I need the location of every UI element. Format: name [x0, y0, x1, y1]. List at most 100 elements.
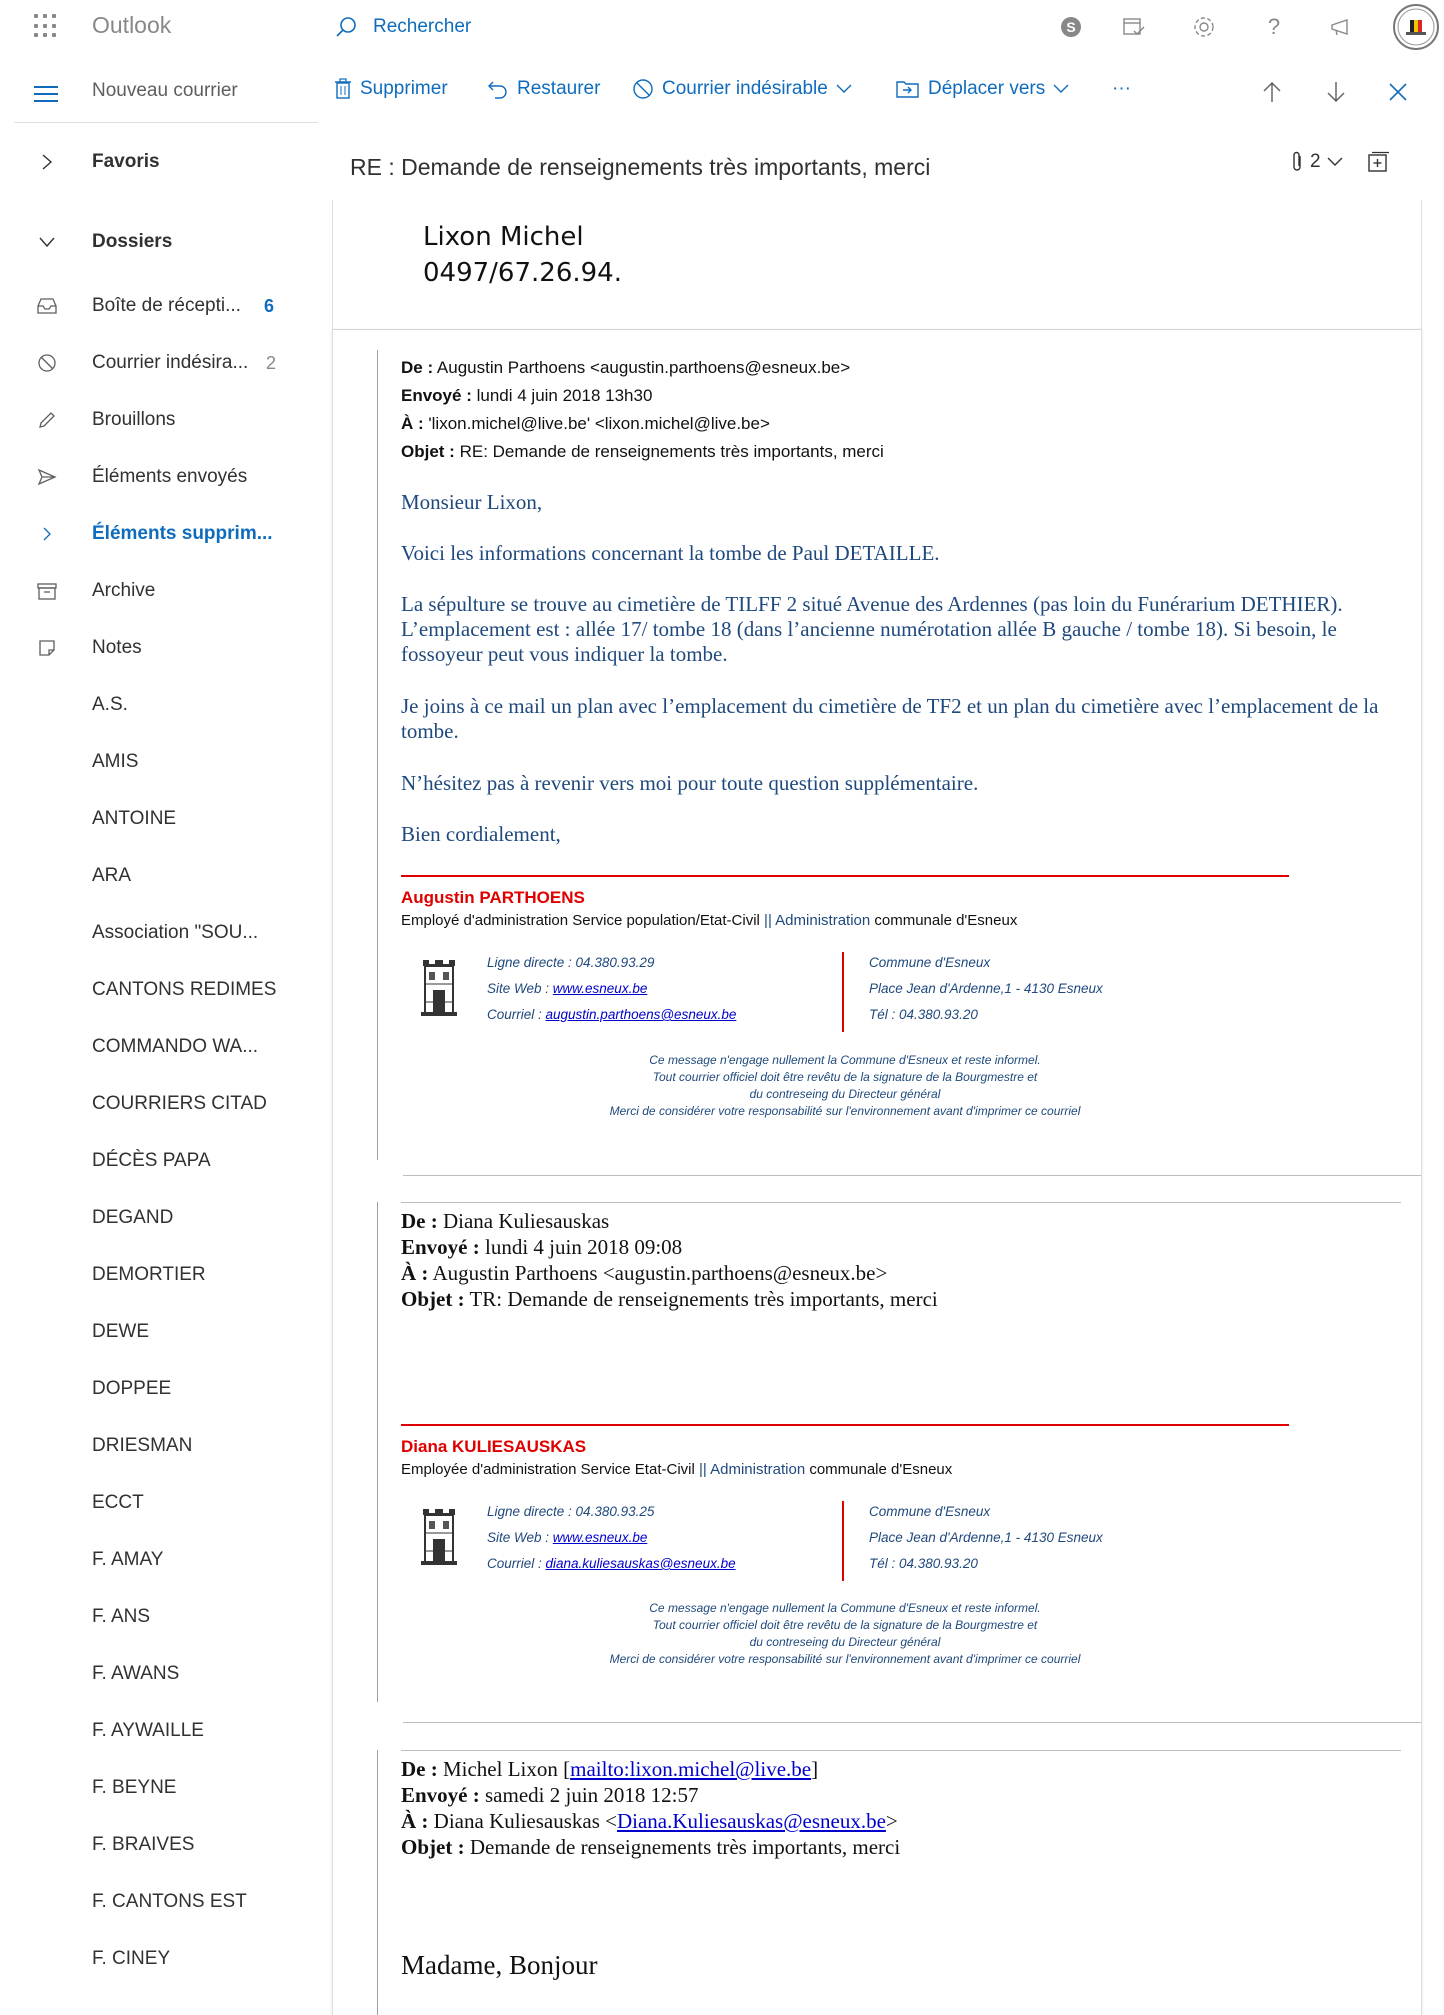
sidebar-item-label: DEMORTIER: [92, 1264, 206, 1285]
sidebar-item-folder[interactable]: CANTONS REDIMES: [0, 970, 320, 1010]
skype-icon[interactable]: S: [1057, 13, 1085, 41]
sidebar-item-label: F. BRAIVES: [92, 1834, 195, 1855]
quote-separator: [401, 1202, 1401, 1203]
app-title[interactable]: Outlook: [92, 12, 171, 39]
attachments-count: 2: [1310, 151, 1321, 172]
recipient-email-link[interactable]: Diana.Kuliesauskas@esneux.be: [617, 1809, 886, 1833]
sidebar-item-folder[interactable]: ARA: [0, 856, 320, 896]
chevron-right-icon: [36, 523, 58, 545]
help-icon[interactable]: ?: [1260, 13, 1288, 41]
sidebar-item-folder[interactable]: F. BRAIVES: [0, 1825, 320, 1865]
hamburger-menu-icon[interactable]: [34, 86, 58, 107]
sidebar-item-folder[interactable]: F. CINEY: [0, 1939, 320, 1979]
sidebar-item-folder[interactable]: DEGAND: [0, 1198, 320, 1238]
app-launcher-icon[interactable]: [34, 14, 58, 38]
sidebar-item-folder[interactable]: AMIS: [0, 742, 320, 782]
settings-gear-icon[interactable]: [1190, 13, 1218, 41]
previous-message-arrow-up-icon[interactable]: [1258, 78, 1286, 106]
chevron-down-icon: [1327, 157, 1343, 166]
calendar-check-icon[interactable]: [1120, 13, 1148, 41]
sidebar-item-folder[interactable]: DÉCÈS PAPA: [0, 1141, 320, 1181]
sidebar-item-folder[interactable]: ANTOINE: [0, 799, 320, 839]
sidebar-item-folder[interactable]: F. CANTONS EST: [0, 1882, 320, 1922]
svg-text:?: ?: [1268, 15, 1280, 39]
sidebar-item-label: F. ANS: [92, 1606, 151, 1627]
sidebar-item-folder[interactable]: F. AYWAILLE: [0, 1711, 320, 1751]
sidebar-item-folder[interactable]: F. AMAY: [0, 1540, 320, 1580]
sidebar-item-folder[interactable]: F. BEYNE: [0, 1768, 320, 1808]
sidebar-item-folder[interactable]: DEMORTIER: [0, 1255, 320, 1295]
sidebar-divider: [14, 122, 318, 123]
search-box[interactable]: Rechercher: [335, 12, 471, 42]
direct-line-text: Ligne directe : 04.380.93.29: [487, 955, 655, 970]
website-link[interactable]: www.esneux.be: [553, 1530, 648, 1545]
search-label: Rechercher: [373, 16, 472, 37]
feedback-megaphone-icon[interactable]: [1328, 13, 1356, 41]
signature-contact-left: Ligne directe : 04.380.93.25 Site Web : …: [487, 1499, 736, 1577]
folders-toggle[interactable]: Dossiers: [0, 222, 320, 262]
sidebar-item-folder[interactable]: Association "SOU...: [0, 913, 320, 953]
svg-text:S: S: [1066, 19, 1075, 35]
signature-contact-left: Ligne directe : 04.380.93.29 Site Web : …: [487, 950, 736, 1028]
sidebar-item-folder[interactable]: DEWE: [0, 1312, 320, 1352]
item-count-badge: 2: [266, 352, 277, 373]
sidebar-item-inbox[interactable]: Boîte de récepti... 6: [0, 286, 320, 326]
commune-tower-logo: [421, 1509, 457, 1565]
sidebar-item-folder[interactable]: F. AWANS: [0, 1654, 320, 1694]
from-field: Augustin Parthoens <augustin.parthoens@e…: [436, 358, 851, 377]
delete-button[interactable]: Supprimer: [334, 78, 448, 100]
sidebar-item-folder[interactable]: DOPPEE: [0, 1369, 320, 1409]
commune-tower-logo: [421, 960, 457, 1016]
sidebar-item-folder[interactable]: DRIESMAN: [0, 1426, 320, 1466]
sidebar-item-folder[interactable]: F. ANS: [0, 1597, 320, 1637]
junk-label: Courrier indésirable: [662, 78, 828, 99]
send-icon: [36, 466, 58, 488]
trash-icon: [335, 78, 351, 99]
more-actions-button[interactable]: ···: [1112, 78, 1131, 100]
new-mail-button[interactable]: Nouveau courrier: [92, 80, 238, 102]
email-link[interactable]: augustin.parthoens@esneux.be: [546, 1007, 737, 1022]
quoted-mail-1-header: De : Augustin Parthoens <augustin.partho…: [401, 358, 884, 461]
expand-icon[interactable]: [1367, 151, 1389, 173]
archive-icon: [36, 580, 58, 602]
disclaimer-text: Ce message n'engage nullement la Commune…: [609, 1601, 1081, 1666]
next-message-arrow-down-icon[interactable]: [1322, 78, 1350, 106]
sidebar-item-label: AMIS: [92, 751, 139, 772]
sidebar-item-folder[interactable]: COURRIERS CITAD: [0, 1084, 320, 1124]
sidebar-item-folder[interactable]: A.S.: [0, 685, 320, 725]
sidebar-item-folder[interactable]: ECCT: [0, 1483, 320, 1523]
move-to-button[interactable]: Déplacer vers: [896, 78, 1069, 100]
body-paragraph: La sépulture se trouve au cimetière de T…: [401, 592, 1343, 666]
signature-contact-right: Commune d'Esneux Place Jean d'Ardenne,1 …: [869, 955, 1103, 1022]
sidebar-item-junk[interactable]: Courrier indésira... 2: [0, 343, 320, 383]
close-icon[interactable]: [1384, 78, 1412, 106]
chevron-down-icon: [36, 231, 58, 253]
sidebar-item-deleted[interactable]: Éléments supprim...: [0, 514, 320, 554]
subject-field: TR: Demande de renseignements très impor…: [469, 1287, 938, 1311]
from-field: Diana Kuliesauskas: [442, 1209, 610, 1233]
signature-divider: [401, 875, 1289, 877]
sidebar-item-drafts[interactable]: Brouillons: [0, 400, 320, 440]
signature-role: Employé d'administration Service populat…: [401, 912, 1018, 929]
user-avatar[interactable]: [1393, 4, 1439, 50]
block-icon: [36, 352, 58, 374]
quoted-mail-3: [377, 1750, 378, 2015]
undo-icon: [488, 81, 507, 99]
favorites-toggle[interactable]: Favoris: [0, 142, 320, 182]
mailto-link[interactable]: mailto:lixon.michel@live.be: [570, 1757, 811, 1781]
sent-field: samedi 2 juin 2018 12:57: [485, 1783, 699, 1807]
website-link[interactable]: www.esneux.be: [553, 981, 648, 996]
pencil-icon: [36, 409, 58, 431]
sidebar-item-archive[interactable]: Archive: [0, 571, 320, 611]
sidebar-item-sent[interactable]: Éléments envoyés: [0, 457, 320, 497]
greeting-text: Monsieur Lixon,: [401, 490, 543, 514]
signature-role: Employée d'administration Service Etat-C…: [401, 1461, 953, 1478]
attachments-indicator[interactable]: 2: [1290, 150, 1389, 174]
restore-button[interactable]: Restaurer: [487, 78, 600, 100]
sender-signature-name: Lixon Michel: [423, 222, 584, 252]
email-link[interactable]: diana.kuliesauskas@esneux.be: [546, 1556, 736, 1571]
sidebar-item-label: Courrier indésira...: [92, 352, 249, 373]
sidebar-item-folder[interactable]: COMMANDO WA...: [0, 1027, 320, 1067]
junk-button[interactable]: Courrier indésirable: [632, 78, 852, 100]
sidebar-item-notes[interactable]: Notes: [0, 628, 320, 668]
